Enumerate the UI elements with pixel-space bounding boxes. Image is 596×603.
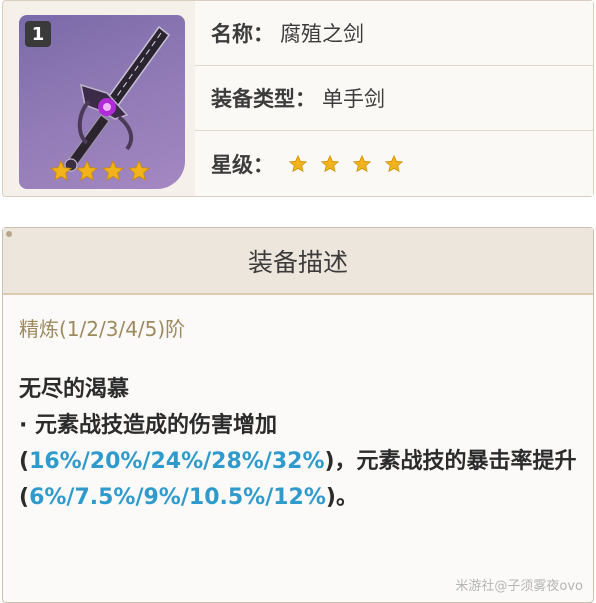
description-header: 装备描述 bbox=[3, 228, 593, 295]
weapon-attributes: 名称： 腐殖之剑 装备类型： 单手剑 星级： bbox=[195, 1, 593, 196]
rarity-row: 星级： bbox=[195, 131, 593, 196]
weapon-name: 腐殖之剑 bbox=[280, 22, 364, 46]
rarity-stars bbox=[288, 154, 404, 174]
type-label: 装备类型： bbox=[211, 87, 316, 111]
effect-body: · 元素战技造成的伤害增加(16%/20%/24%/28%/32%)，元素战技的… bbox=[19, 408, 579, 516]
star-icon bbox=[352, 154, 372, 172]
effect-title: 无尽的渴慕 bbox=[19, 377, 130, 402]
passive-effect: 无尽的渴慕 · 元素战技造成的伤害增加(16%/20%/24%/28%/32%)… bbox=[19, 372, 579, 516]
name-row: 名称： 腐殖之剑 bbox=[195, 1, 593, 66]
weapon-thumbnail: 1 bbox=[19, 15, 185, 189]
star-icon bbox=[76, 160, 98, 181]
weapon-info-card: 1 名称： 腐殖之剑 装备类型： 单手剑 星级： bbox=[2, 0, 594, 197]
rarity-label: 星级： bbox=[211, 152, 274, 177]
star-icon bbox=[128, 160, 150, 181]
weapon-type: 单手剑 bbox=[322, 87, 385, 111]
corner-dot-icon bbox=[6, 231, 12, 237]
watermark: 米游社@子须雾夜ovo bbox=[455, 579, 583, 594]
description-card: 装备描述 精炼(1/2/3/4/5)阶 无尽的渴慕 · 元素战技造成的伤害增加(… bbox=[2, 227, 594, 603]
effect-text: )。 bbox=[325, 485, 358, 510]
type-row: 装备类型： 单手剑 bbox=[195, 66, 593, 131]
description-title: 装备描述 bbox=[247, 247, 348, 277]
effect-value-highlight: 6%/7.5%/9%/10.5%/12% bbox=[29, 485, 326, 510]
name-label: 名称： bbox=[211, 22, 274, 46]
thumbnail-rarity-stars bbox=[49, 159, 151, 183]
star-icon bbox=[50, 160, 72, 181]
star-icon bbox=[384, 154, 404, 172]
star-icon bbox=[102, 160, 124, 181]
refinement-levels: 精炼(1/2/3/4/5)阶 bbox=[19, 317, 186, 341]
effect-value-highlight: 16%/20%/24%/28%/32% bbox=[29, 449, 325, 474]
refinement-badge: 1 bbox=[25, 21, 51, 47]
star-icon bbox=[288, 154, 308, 172]
star-icon bbox=[320, 154, 340, 172]
